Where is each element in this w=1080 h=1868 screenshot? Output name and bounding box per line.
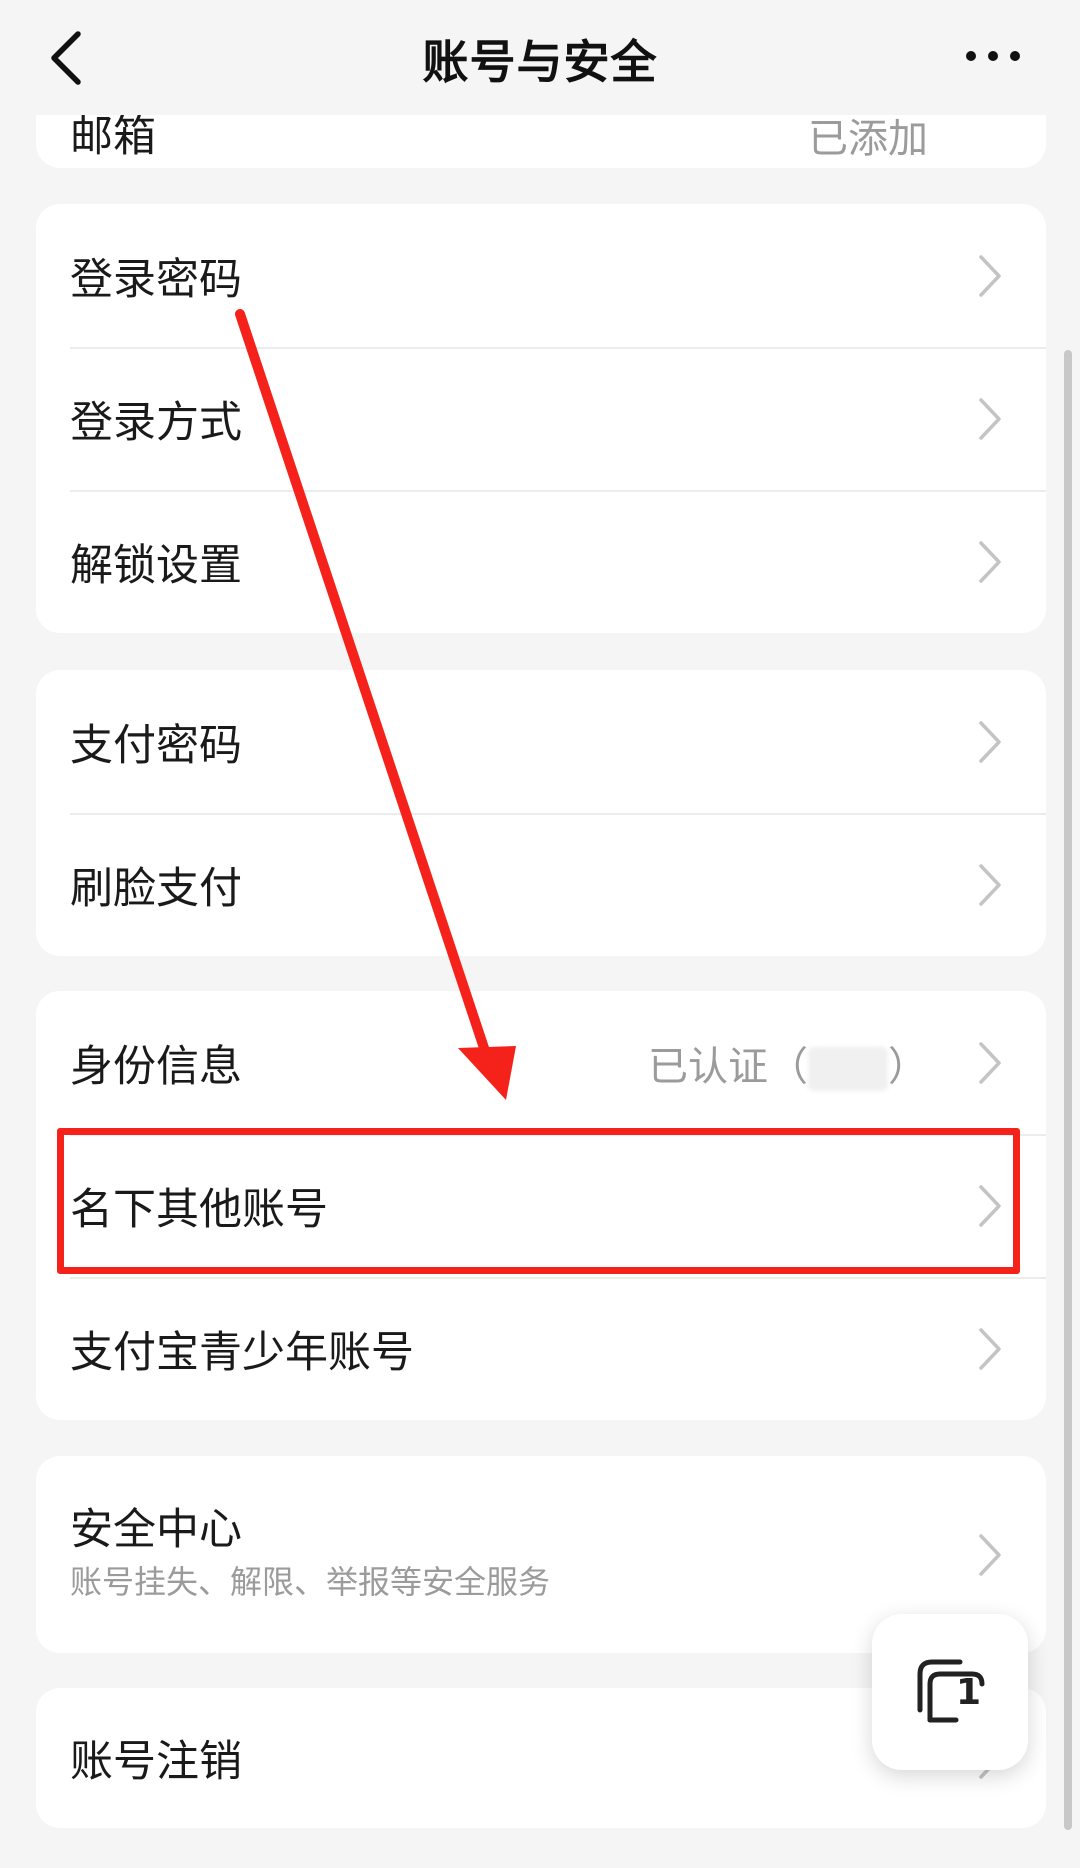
row-subtitle: 账号挂失、解限、举报等安全服务: [70, 1563, 551, 1601]
row-label: 解锁设置: [70, 540, 242, 591]
chevron-right-icon: [979, 1041, 1001, 1084]
row-label: 支付密码: [70, 720, 242, 771]
status-prefix: 已认证（: [648, 1043, 808, 1090]
chevron-right-icon: [979, 1327, 1001, 1370]
more-dots-icon: [966, 51, 1020, 61]
row-label: 支付宝青少年账号: [70, 1327, 414, 1378]
window-count: 1: [956, 1672, 982, 1713]
payment-settings-card: 支付密码 刷脸支付: [36, 670, 1046, 956]
scrollbar[interactable]: [1064, 350, 1072, 1830]
verification-status: 已认证（ ）: [648, 1034, 928, 1092]
chevron-right-icon: [979, 720, 1001, 763]
row-login-password[interactable]: 登录密码: [36, 204, 1046, 347]
page-title: 账号与安全: [422, 35, 658, 89]
row-payment-password[interactable]: 支付密码: [36, 670, 1046, 813]
chevron-right-icon: [979, 1533, 1001, 1576]
row-login-method[interactable]: 登录方式: [36, 347, 1046, 490]
highlight-box: [57, 1128, 1020, 1274]
chevron-right-icon: [979, 397, 1001, 440]
row-identity-info[interactable]: 身份信息 已认证（ ）: [36, 991, 1046, 1134]
row-label: 账号注销: [70, 1737, 242, 1787]
more-button[interactable]: [961, 38, 1025, 74]
login-settings-card: 登录密码 登录方式 解锁设置: [36, 204, 1046, 633]
row-label: 身份信息: [70, 1041, 242, 1092]
chevron-right-icon: [979, 863, 1001, 906]
status-suffix: ）: [888, 1043, 928, 1090]
row-unlock-settings[interactable]: 解锁设置: [36, 490, 1046, 633]
navigation-bar: 账号与安全: [0, 0, 1080, 115]
row-label: 登录密码: [70, 254, 242, 305]
row-label: 登录方式: [70, 397, 242, 448]
chevron-right-icon: [979, 540, 1001, 583]
masked-name: [808, 1046, 888, 1091]
row-teen-account[interactable]: 支付宝青少年账号: [36, 1277, 1046, 1420]
chevron-right-icon: [979, 254, 1001, 297]
row-face-payment[interactable]: 刷脸支付: [36, 813, 1046, 956]
floating-window-button[interactable]: 1: [872, 1614, 1028, 1770]
account-security-page: 邮箱 已添加 账号与安全 登录密码 登录方式 解锁设置 支付密码 刷脸支付 身份…: [0, 0, 1080, 1868]
row-label: 安全中心: [70, 1505, 242, 1555]
row-label: 刷脸支付: [70, 863, 242, 914]
